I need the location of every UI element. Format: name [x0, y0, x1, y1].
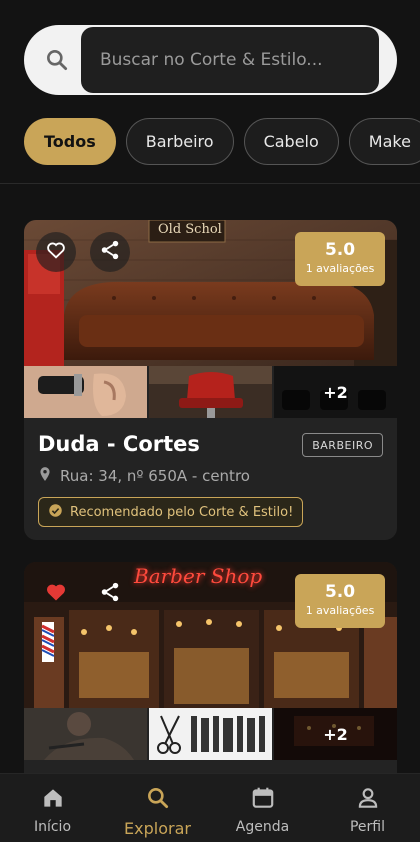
share-icon: [99, 239, 121, 265]
search-icon: [145, 785, 171, 815]
photo-thumbnail[interactable]: [24, 366, 147, 418]
rating-badge: 5.0 1 avaliações: [295, 574, 385, 628]
nav-label: Início: [33, 819, 72, 835]
rating-badge: 5.0 1 avaliações: [295, 232, 385, 286]
person-icon: [355, 785, 381, 815]
location-pin-icon: [38, 466, 52, 486]
search-icon[interactable]: [44, 47, 70, 73]
rating-count: 1 avaliações: [305, 604, 375, 617]
hero-sign-text: Barber Shop: [134, 564, 263, 588]
home-icon: [40, 785, 66, 815]
filter-chips: Todos Barbeiro Cabelo Make: [24, 118, 420, 166]
photo-thumbnails: +2: [24, 708, 397, 760]
heart-filled-icon: [44, 580, 68, 608]
photo-thumbnail[interactable]: [24, 708, 147, 760]
nav-label: Explorar: [124, 819, 191, 838]
category-badge: BARBEIRO: [302, 433, 383, 457]
search-bar: [24, 25, 397, 95]
heart-outline-icon: [45, 239, 67, 265]
filter-chip-make[interactable]: Make: [348, 118, 420, 165]
nav-label: Agenda: [235, 819, 290, 835]
favorite-button[interactable]: [36, 574, 76, 614]
nav-label: Perfil: [349, 819, 386, 835]
rating-score: 5.0: [324, 240, 356, 260]
recommended-badge: Recomendado pelo Corte & Estilo!: [38, 497, 304, 527]
photo-thumbnail-more[interactable]: +2: [274, 708, 397, 760]
photo-thumbnail-more[interactable]: +2: [274, 366, 397, 418]
share-button[interactable]: [90, 574, 130, 614]
bottom-navigation: Início Explorar Agenda Perfil: [0, 773, 420, 842]
divider: [0, 183, 420, 184]
rating-score: 5.0: [324, 582, 356, 602]
share-icon: [99, 581, 121, 607]
favorite-button[interactable]: [36, 232, 76, 272]
filter-chip-todos[interactable]: Todos: [24, 118, 116, 165]
establishment-card[interactable]: Old Schol 5.0 1 avaliações +2 Duda - Cor…: [24, 220, 397, 540]
photo-thumbnail[interactable]: [149, 366, 272, 418]
hero-image: Old Schol 5.0 1 avaliações: [24, 220, 397, 366]
hero-image: Barber Shop 5.0 1 avaliações: [24, 562, 397, 708]
nav-item-perfil[interactable]: Perfil: [315, 774, 420, 842]
filter-chip-cabelo[interactable]: Cabelo: [243, 118, 339, 165]
more-photos-count: +2: [274, 366, 397, 418]
establishment-card[interactable]: Barber Shop 5.0 1 avaliações +2: [24, 562, 397, 792]
address: Rua: 34, nº 650A - centro: [38, 466, 250, 486]
search-input[interactable]: [100, 50, 379, 70]
recommended-text: Recomendado pelo Corte & Estilo!: [70, 504, 294, 520]
photo-thumbnail[interactable]: [149, 708, 272, 760]
address-text: Rua: 34, nº 650A - centro: [60, 467, 250, 485]
nav-item-agenda[interactable]: Agenda: [210, 774, 315, 842]
calendar-icon: [250, 785, 276, 815]
establishment-name: Duda - Cortes: [38, 432, 200, 456]
hero-sign-text: Old Schol: [158, 222, 222, 237]
rating-count: 1 avaliações: [305, 262, 375, 275]
nav-item-explorar[interactable]: Explorar: [105, 774, 210, 842]
verified-check-icon: [48, 503, 63, 522]
more-photos-count: +2: [274, 708, 397, 760]
filter-chip-barbeiro[interactable]: Barbeiro: [125, 118, 234, 165]
search-input-container: [81, 27, 379, 93]
photo-thumbnails: +2: [24, 366, 397, 418]
share-button[interactable]: [90, 232, 130, 272]
nav-item-inicio[interactable]: Início: [0, 774, 105, 842]
